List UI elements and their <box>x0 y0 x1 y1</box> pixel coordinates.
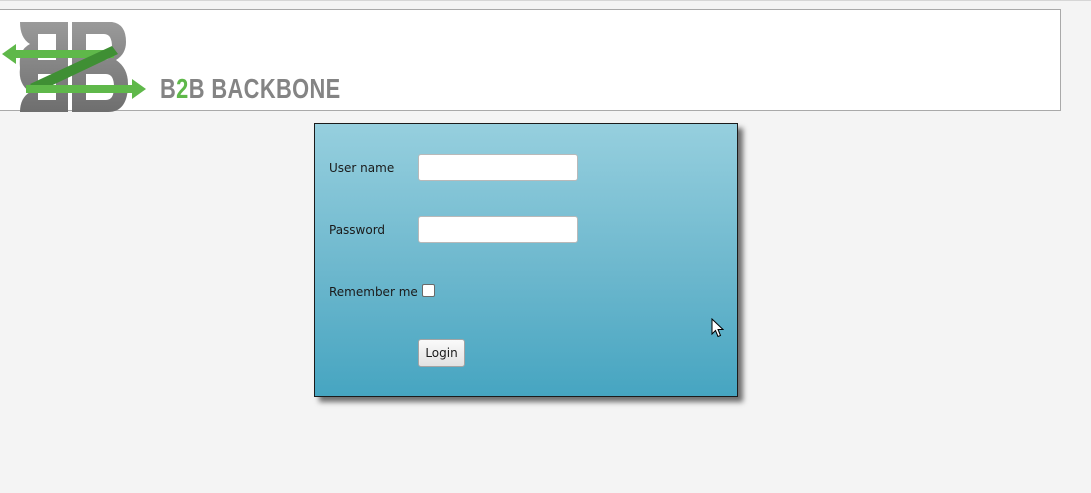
password-input[interactable] <box>418 216 578 243</box>
username-label: User name <box>329 161 395 175</box>
mouse-cursor-icon <box>711 318 724 338</box>
remember-me-label: Remember me <box>329 285 418 299</box>
brand-prefix: B <box>160 73 177 104</box>
brand-suffix: B BACKBONE <box>188 73 341 104</box>
b2b-backbone-logo-icon <box>2 22 146 112</box>
header-banner: B2B BACKBONE <box>0 9 1061 112</box>
password-label: Password <box>329 223 386 237</box>
login-button[interactable]: Login <box>418 339 465 367</box>
username-input[interactable] <box>418 154 578 181</box>
brand-accent: 2 <box>176 73 189 104</box>
login-page: B2B BACKBONE User name Password Remember… <box>0 0 1091 493</box>
remember-me-checkbox[interactable] <box>422 284 435 297</box>
top-divider <box>0 0 1091 1</box>
login-panel: User name Password Remember me Login <box>314 123 738 397</box>
brand-name: B2B BACKBONE <box>160 72 341 106</box>
